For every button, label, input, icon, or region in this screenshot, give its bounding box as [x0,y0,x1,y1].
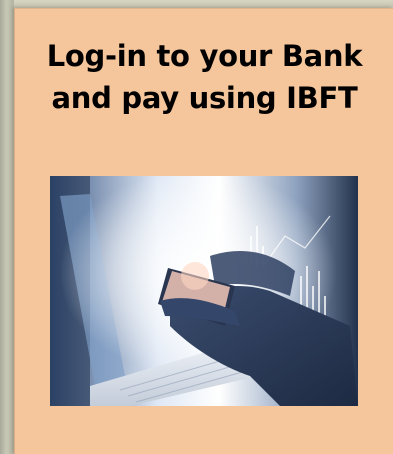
laptop-phone-finance-photo [50,176,358,406]
card-title-line-2: and pay using IBFT [51,81,358,115]
frame-top-edge [0,0,393,8]
instruction-card: Log-in to your Bank and pay using IBFT [14,8,393,454]
card-title-line-1: Log-in to your Bank [46,39,363,73]
frame-left-edge [0,0,14,454]
card-title: Log-in to your Bank and pay using IBFT [15,35,393,119]
